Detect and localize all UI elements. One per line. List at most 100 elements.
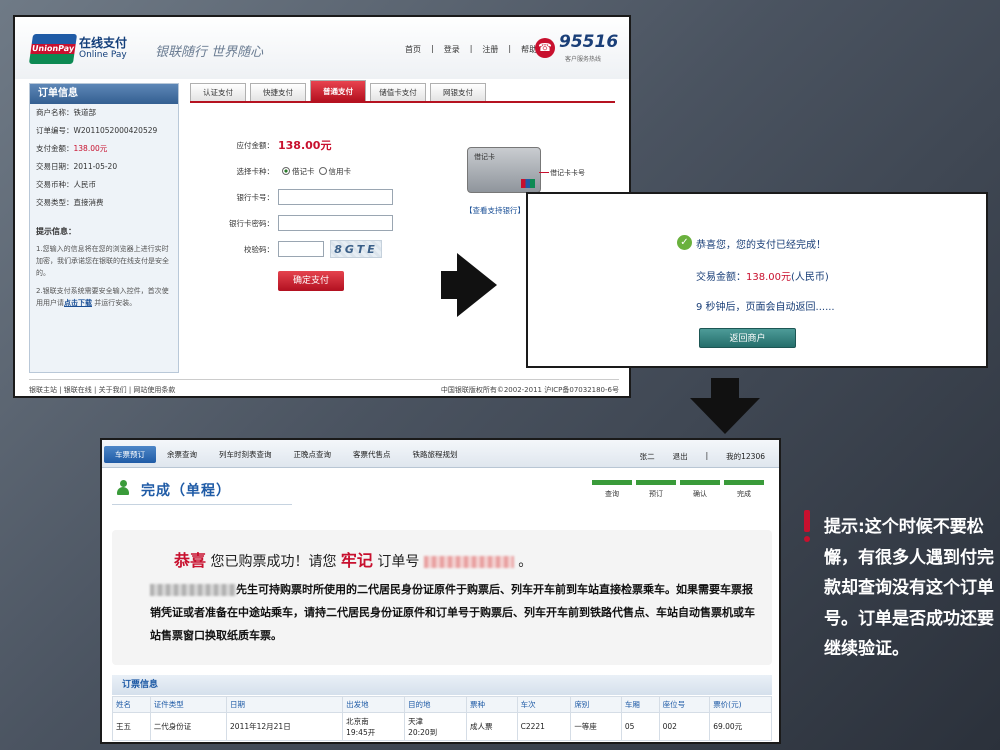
progress-steps: 查询 预订 确认 完成 [592,480,772,499]
card-type-row: 选择卡种： 借记卡 信用卡 [220,158,420,184]
down-arrow-icon [690,378,760,434]
notice-text: 先生可持购票时所使用的二代居民身份证原件于购票后、列车开车前到车站直接检票乘车。… [150,578,762,647]
header: UnionPay 在线支付 Online Pay 银联随行 世界随心 首页 | … [15,17,629,79]
cell-from: 北京南 19:45开 [342,712,406,741]
success-message: 恭喜您，您的支付已经完成！ [696,240,826,251]
exclamation-bar [804,510,810,532]
exclamation-dot [804,536,810,542]
nav-sep: | [469,44,473,53]
brand-sub: Online Pay [79,50,127,60]
col-id-type: 证件类型 [149,696,228,713]
debit-card-image: 借记卡 [467,147,541,193]
tab-normal-pay[interactable]: 普通支付 [310,80,366,101]
debit-option: 借记卡 [292,166,315,176]
exclamation-icon [802,510,812,544]
user-name: 张二 [639,452,655,461]
currency-row: 交易币种：人民币 [36,180,96,189]
nav-delay-query[interactable]: 正晚点查询 [283,446,343,463]
booking-complete-page: 车票预订 余票查询 列车时刻表查询 正晚点查询 客票代售点 铁路旅程规划 张二 … [100,438,781,744]
tip-1: 1.您输入的信息将在您的浏览器上进行实时加密，我们承诺您在银联的在线支付是安全的… [36,245,169,277]
tab-auth-pay[interactable]: 认证支付 [190,83,246,101]
logout-link[interactable]: 退出 [673,451,688,462]
nav-login[interactable]: 登录 [444,44,460,55]
step-query: 查询 [605,490,619,498]
trade-amount-value: 138.00元 [746,272,791,283]
down-arrow-stem [711,378,739,398]
user-icon-body [117,487,129,495]
check-icon: ✓ [677,235,692,250]
debit-radio[interactable] [282,167,290,175]
card-pwd-row: 银行卡密码： [220,210,420,236]
col-price: 票价(元) [709,696,772,713]
order-no-row: 订单编号：W2011052000420529 [36,126,158,135]
amount-due-value: 138.00元 [278,139,332,152]
col-date: 日期 [226,696,344,713]
card-annotation: 借记卡卡号 [550,169,585,177]
payment-tabs: 认证支付 快捷支付 普通支付 储值卡支付 网银支付 [190,80,486,101]
col-seat-class: 席别 [570,696,622,713]
footer-links[interactable]: 银联主站 | 银联在线 | 关于我们 | 网站使用条款 [29,385,175,395]
amount-due-label: 应付金额： [236,140,275,150]
col-train-no: 车次 [516,696,572,713]
tip-annotation: 提示:这个时候不要松懈，有很多人遇到付完款却查询没有这个订单号。订单是否成功还要… [824,517,994,659]
merchant-row: 商户名称：铁道部 [36,108,96,117]
nav-agency-points[interactable]: 客票代售点 [342,446,402,463]
credit-radio[interactable] [318,167,327,175]
cell-seat-no: 002 [658,712,711,741]
my-12306-link[interactable]: 我的12306 [726,451,765,462]
card-pwd-input[interactable] [278,215,393,231]
nav-ticket-booking[interactable]: 车票预订 [104,446,156,463]
card-no-label: 银行卡号： [236,192,275,202]
tips-title: 提示信息： [36,227,76,236]
footer-copyright: 中国银联版权所有©2002-2011 沪ICP备07032180-6号 [440,386,619,394]
tab-quick-pay[interactable]: 快捷支付 [250,83,306,101]
tab-netbank-pay[interactable]: 网银支付 [430,83,486,101]
unionpay-logo: UnionPay [28,34,78,64]
tab-stored-card-pay[interactable]: 储值卡支付 [370,83,426,101]
top-nav: 首页 | 登录 | 注册 | 帮助 [405,44,537,55]
captcha-image[interactable]: 8GTE [330,240,382,258]
nav-home[interactable]: 首页 [405,44,421,55]
step-bars [592,480,772,485]
order-info-sidebar: 订单信息 商户名称：铁道部 订单编号：W2011052000420529 支付金… [29,83,179,373]
user-bar-separator: | [705,451,709,460]
table-row: 王五 二代身份证 2011年12月21日 北京南 19:45开 天津 20:20… [112,712,772,741]
payment-form: 应付金额： 138.00元 选择卡种： 借记卡 信用卡 银行卡号： 银行卡密码：… [220,132,420,262]
card-no-input[interactable] [278,189,393,205]
card-unionpay-logo [521,179,535,188]
cell-id-type: 二代身份证 [149,712,228,741]
card-pwd-label: 银行卡密码： [229,218,274,228]
nav-remaining-tickets[interactable]: 余票查询 [156,446,208,463]
page-title: 完成（单程） [141,483,231,499]
user-bar: 张二 退出 | 我的12306 [640,451,765,462]
confirm-pay-button[interactable]: 确定支付 [278,271,344,291]
cell-car: 05 [620,712,660,741]
captcha-input[interactable] [278,241,324,257]
back-to-merchant-button[interactable]: 返回商户 [699,328,796,348]
slogan: 银联随行 世界随心 [155,45,264,60]
right-arrow-icon [441,253,497,317]
col-to: 目的地 [404,696,468,713]
step-bar-book [636,480,676,485]
tab-underline [190,101,615,103]
step-book: 预订 [649,490,663,498]
nav-trip-planner[interactable]: 铁路旅程规划 [402,446,469,463]
amount-value: 138.00元 [73,144,108,153]
download-link[interactable]: 点击下载 [64,299,92,307]
bank-list-link[interactable]: 【查看支持银行】 [465,205,525,216]
phone-icon: ☎ [535,38,555,58]
col-ticket-type: 票种 [466,696,518,713]
nav-register[interactable]: 注册 [482,44,498,55]
card-pointer-line [539,172,549,173]
step-complete: 完成 [737,490,751,498]
redirect-message: 9 秒钟后，页面会自动返回...... [696,302,835,313]
success-box: 恭喜 您已购票成功！请您 牢记 订单号 。 先生可持购票时所使用的二代居民身份证… [112,530,772,665]
date-row: 交易日期：2011-05-20 [36,162,118,171]
nav-timetable[interactable]: 列车时刻表查询 [208,446,283,463]
trade-amount-label: 交易金额： [696,272,746,283]
cell-date: 2011年12月21日 [226,712,344,741]
card-title: 借记卡 [474,153,495,161]
amount-due-row: 应付金额： 138.00元 [220,132,420,158]
cell-train-no: C2221 [516,712,572,741]
table-header-row: 姓名 证件类型 日期 出发地 目的地 票种 车次 席别 车厢 座位号 票价(元) [112,696,772,713]
